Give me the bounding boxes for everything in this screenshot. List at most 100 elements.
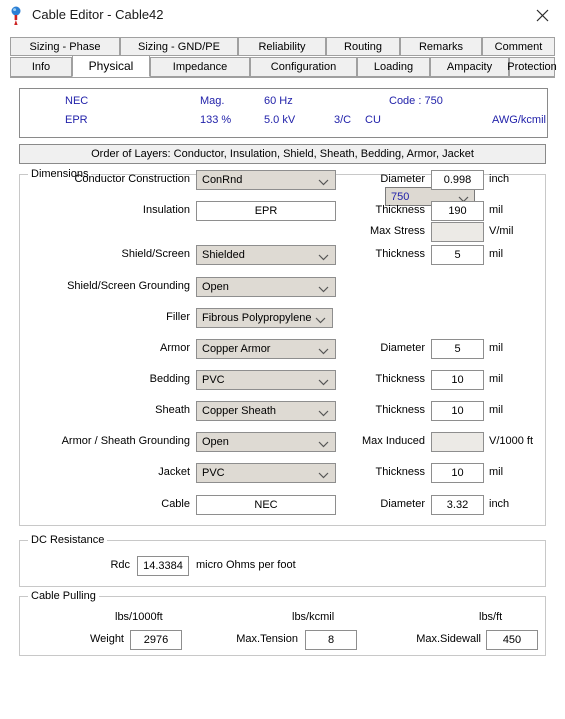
- tab-label: Impedance: [172, 61, 228, 73]
- title-bar: Cable Editor - Cable42: [0, 0, 565, 34]
- tab-info[interactable]: Info: [10, 57, 72, 77]
- unit-max-stress: V/mil: [489, 225, 514, 237]
- label-sheath: Sheath: [155, 404, 190, 416]
- label-bedding-thickness: Thickness: [375, 373, 425, 385]
- order-of-layers-text: Order of Layers: Conductor, Insulation, …: [91, 148, 474, 160]
- summary-size-unit: AWG/kcmil: [492, 114, 546, 126]
- label-conductor-construction: Conductor Construction: [74, 173, 190, 185]
- label-insulation: Insulation: [142, 204, 190, 216]
- max-sidewall-input[interactable]: 450: [486, 630, 538, 650]
- tab-configuration[interactable]: Configuration: [250, 57, 357, 77]
- insulation-thickness-value: 190: [448, 205, 467, 217]
- tab-sizing-phase[interactable]: Sizing - Phase: [10, 37, 120, 56]
- max-sidewall-value: 450: [502, 634, 522, 646]
- unit-max-tension: lbs/kcmil: [292, 611, 335, 623]
- label-armor-sheath-grounding: Armor / Sheath Grounding: [61, 435, 190, 447]
- label-bedding: Bedding: [149, 373, 190, 385]
- unit-weight: lbs/1000ft: [115, 611, 163, 623]
- bedding-thickness-input[interactable]: 10: [431, 370, 484, 390]
- filler-combo[interactable]: Fibrous Polypropylene: [196, 308, 333, 328]
- unit-insulation-thickness: mil: [489, 204, 504, 216]
- tab-label: Protection: [507, 61, 557, 73]
- tab-label: Configuration: [270, 61, 337, 73]
- chevron-down-icon: [315, 315, 326, 327]
- label-insulation-thickness: Thickness: [375, 204, 425, 216]
- tab-label: Remarks: [418, 40, 463, 53]
- label-jacket-thickness: Thickness: [375, 466, 425, 478]
- conductor-diameter-input[interactable]: 0.998: [431, 170, 484, 190]
- insulation-value: EPR: [254, 205, 278, 217]
- label-rdc: Rdc: [110, 559, 130, 571]
- tab-label: Routing: [344, 40, 382, 53]
- summary-frequency: 60 Hz: [264, 95, 293, 107]
- label-max-tension: Max.Tension: [236, 633, 298, 645]
- max-tension-input[interactable]: 8: [305, 630, 357, 650]
- tab-routing[interactable]: Routing: [326, 37, 400, 56]
- label-conductor-diameter: Diameter: [380, 173, 425, 185]
- cable-pulling-legend: Cable Pulling: [28, 590, 99, 602]
- tab-protection[interactable]: Protection: [507, 57, 557, 77]
- cable-diameter-value: 3.32: [446, 499, 469, 511]
- max-induced-input: [431, 432, 484, 452]
- label-weight: Weight: [89, 633, 124, 645]
- unit-jacket-thickness: mil: [489, 466, 504, 478]
- label-max-sidewall: Max.Sidewall: [416, 633, 481, 645]
- sheath-value: Copper Sheath: [202, 405, 276, 417]
- cable-diameter-input[interactable]: 3.32: [431, 495, 484, 515]
- armor-diameter-input[interactable]: 5: [431, 339, 484, 359]
- unit-shield-thickness: mil: [489, 248, 504, 260]
- dimensions-group: Dimensions Conductor Construction ConRnd…: [19, 168, 546, 526]
- tab-label: Loading: [373, 61, 414, 73]
- tab-label: Sizing - GND/PE: [138, 40, 220, 53]
- tab-physical[interactable]: Physical: [72, 55, 150, 77]
- rdc-input[interactable]: 14.3384: [137, 556, 189, 576]
- dc-resistance-group: DC Resistance Rdc 14.3384 micro Ohms per…: [19, 534, 546, 587]
- conductor-diameter-value: 0.998: [443, 174, 472, 186]
- max-tension-value: 8: [327, 634, 335, 646]
- cable-summary-box: NEC EPR Mag. 133 % 60 Hz 5.0 kV 3/C CU C…: [19, 88, 548, 138]
- tab-sizing-gnd-pe[interactable]: Sizing - GND/PE: [120, 37, 238, 56]
- physical-tab-panel: NEC EPR Mag. 133 % 60 Hz 5.0 kV 3/C CU C…: [10, 77, 555, 710]
- tab-comment[interactable]: Comment: [482, 37, 555, 56]
- tab-reliability[interactable]: Reliability: [238, 37, 326, 56]
- shield-grounding-value: Open: [202, 281, 229, 293]
- jacket-value: PVC: [202, 467, 225, 479]
- cable-value: NEC: [254, 499, 278, 511]
- weight-value: 2976: [143, 634, 169, 646]
- label-shield-grounding: Shield/Screen Grounding: [67, 280, 190, 292]
- unit-sheath-thickness: mil: [489, 404, 504, 416]
- rdc-value: 14.3384: [143, 560, 183, 572]
- close-icon[interactable]: [519, 0, 565, 30]
- shield-screen-value: Shielded: [202, 249, 245, 261]
- jacket-thickness-input[interactable]: 10: [431, 463, 484, 483]
- armor-value: Copper Armor: [202, 343, 271, 355]
- shield-grounding-combo[interactable]: Open: [196, 277, 336, 297]
- shield-thickness-value: 5: [454, 249, 461, 261]
- order-of-layers-bar: Order of Layers: Conductor, Insulation, …: [19, 144, 546, 164]
- unit-cable-diameter: inch: [489, 498, 510, 510]
- summary-voltage: 5.0 kV: [264, 114, 296, 126]
- label-shield-thickness: Thickness: [375, 248, 425, 260]
- summary-standard: NEC: [65, 95, 89, 107]
- unit-bedding-thickness: mil: [489, 373, 504, 385]
- tab-loading[interactable]: Loading: [357, 57, 430, 77]
- tab-remarks[interactable]: Remarks: [400, 37, 482, 56]
- tab-ampacity[interactable]: Ampacity: [430, 57, 509, 77]
- tab-strip: Sizing - Phase Sizing - GND/PE Reliabili…: [10, 37, 557, 77]
- tab-impedance[interactable]: Impedance: [150, 57, 250, 77]
- insulation-thickness-input[interactable]: 190: [431, 201, 484, 221]
- label-sheath-thickness: Thickness: [375, 404, 425, 416]
- cable-editor-window: Cable Editor - Cable42 Sizing - Phase Si…: [0, 0, 565, 719]
- label-cable: Cable: [161, 498, 190, 510]
- summary-material: CU: [365, 114, 381, 126]
- sheath-thickness-input[interactable]: 10: [431, 401, 484, 421]
- unit-armor-diameter: mil: [489, 342, 504, 354]
- label-armor-diameter: Diameter: [380, 342, 425, 354]
- bedding-value: PVC: [202, 374, 225, 386]
- cable-icon: [9, 6, 25, 26]
- shield-thickness-input[interactable]: 5: [431, 245, 484, 265]
- weight-input[interactable]: 2976: [130, 630, 182, 650]
- summary-insulation: EPR: [65, 114, 88, 126]
- tab-label: Physical: [88, 59, 134, 73]
- summary-code-label: Code : 750: [389, 95, 443, 107]
